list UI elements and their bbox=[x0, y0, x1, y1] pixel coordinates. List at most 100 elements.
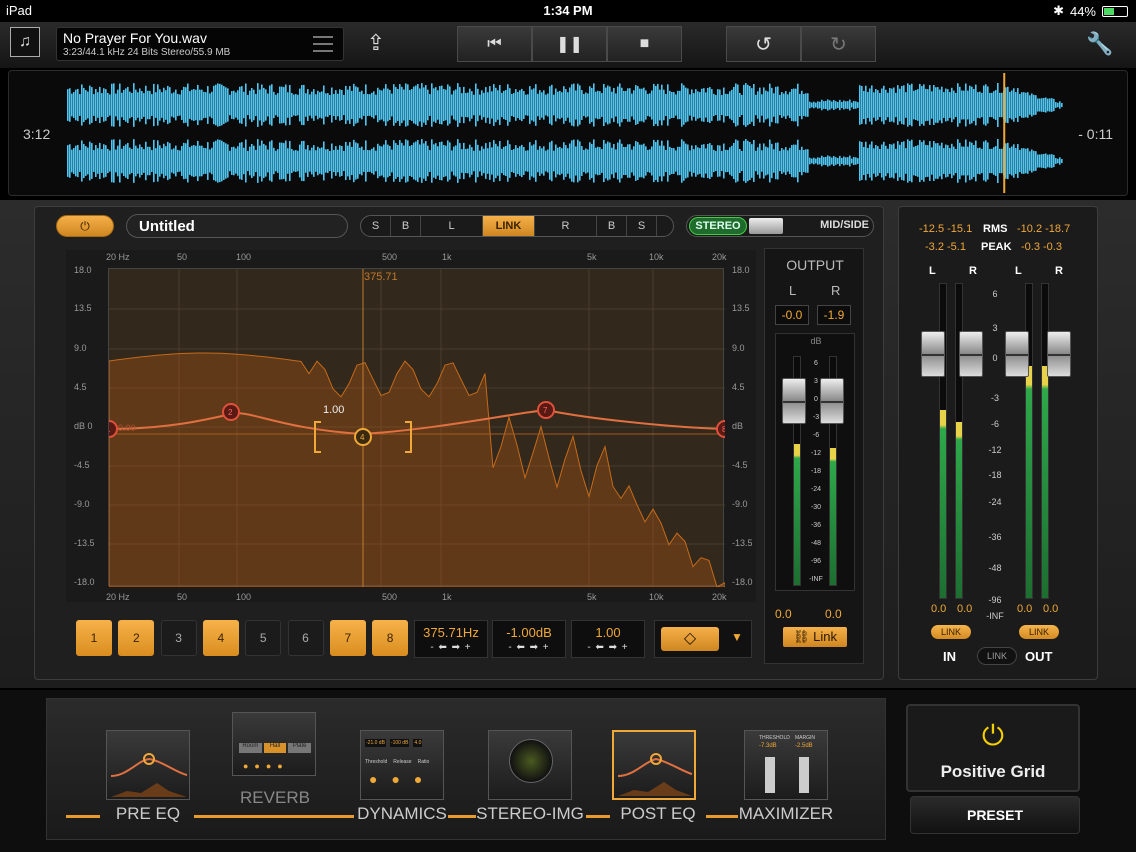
redo-button[interactable]: ↻ bbox=[801, 26, 876, 62]
stereo-img-module[interactable] bbox=[488, 730, 572, 800]
y-label-right: -18.0 bbox=[732, 577, 753, 587]
output-gain-fader-left[interactable] bbox=[1005, 331, 1029, 377]
playhead[interactable] bbox=[1003, 73, 1006, 193]
meter-scale-mark: -12 bbox=[988, 445, 1002, 455]
band-button-2[interactable]: 2 bbox=[118, 620, 155, 656]
output-link-button[interactable]: ⛓ Link bbox=[783, 627, 847, 647]
preset-name-field[interactable]: Untitled bbox=[126, 214, 348, 238]
in-link-button[interactable]: LINK bbox=[931, 625, 971, 639]
channel-btn-2[interactable]: L bbox=[421, 216, 483, 236]
output-left-value[interactable]: -0.0 bbox=[775, 305, 809, 325]
music-library-icon[interactable]: ♫ bbox=[10, 27, 40, 57]
output-title: OUTPUT bbox=[786, 257, 844, 273]
band-button-3[interactable]: 3 bbox=[160, 620, 197, 656]
post-eq-module[interactable] bbox=[612, 730, 696, 800]
stop-icon: ■ bbox=[639, 35, 650, 52]
reverb-module[interactable]: Room Hall Plate ●●●● bbox=[232, 712, 316, 776]
preset-name: Untitled bbox=[139, 218, 195, 235]
channel-btn-6[interactable]: S bbox=[627, 216, 657, 236]
preset-button[interactable]: PRESET bbox=[910, 796, 1080, 834]
undo-button[interactable]: ↺ bbox=[726, 26, 801, 62]
output-fader-left[interactable] bbox=[782, 378, 806, 424]
dynamics-knobs: ●●● bbox=[369, 771, 437, 787]
frequency-control[interactable]: 375.71Hz - ⬅ ➡ + bbox=[414, 620, 488, 658]
status-bar: iPad 1:34 PM ✱ 44% bbox=[0, 0, 1136, 22]
brand-power-button[interactable]: ⏻ Positive Grid bbox=[906, 704, 1080, 792]
maximizer-label[interactable]: MAXIMIZER bbox=[738, 804, 834, 824]
meter-scale-mark: -6 bbox=[990, 419, 999, 429]
x-label-top: 10k bbox=[649, 252, 664, 262]
x-label-bottom: 100 bbox=[236, 592, 252, 602]
stereo-mode[interactable]: STEREO bbox=[689, 217, 747, 235]
stop-button[interactable]: ■ bbox=[607, 26, 682, 62]
eq-plot-area[interactable]: 1 2 4 7 8 bbox=[100, 268, 734, 588]
waveform-overview[interactable]: 3:12 - 0:11 bbox=[8, 70, 1128, 196]
svg-text:4: 4 bbox=[360, 433, 365, 442]
gain-control[interactable]: -1.00dB - ⬅ ➡ + bbox=[492, 620, 566, 658]
pre-eq-module[interactable] bbox=[106, 730, 190, 800]
q-control[interactable]: 1.00 - ⬅ ➡ + bbox=[571, 620, 645, 658]
stereo-img-label[interactable]: STEREO-IMG bbox=[476, 804, 584, 824]
max-threshold-fader bbox=[765, 757, 775, 793]
dynamics-label[interactable]: DYNAMICS bbox=[356, 804, 448, 824]
settings-wrench-icon[interactable]: 🔧 bbox=[1084, 28, 1116, 60]
channel-btn-3[interactable]: LINK bbox=[483, 216, 535, 236]
pre-eq-label[interactable]: PRE EQ bbox=[104, 804, 192, 824]
power-button[interactable]: ⏻ bbox=[56, 215, 114, 237]
band-button-5[interactable]: 5 bbox=[245, 620, 282, 656]
selected-q: 1.00 bbox=[323, 404, 345, 416]
input-fader-right[interactable] bbox=[959, 331, 983, 377]
midside-mode[interactable]: MID/SIDE bbox=[820, 219, 869, 231]
filter-type-select[interactable]: ◇ ▼ bbox=[654, 620, 752, 658]
dyn-release-label: Release bbox=[393, 759, 412, 765]
output-gain-fader-right[interactable] bbox=[1047, 331, 1071, 377]
band-button-6[interactable]: 6 bbox=[287, 620, 324, 656]
channel-btn-1[interactable]: B bbox=[391, 216, 421, 236]
out-link-button[interactable]: LINK bbox=[1019, 625, 1059, 639]
band-button-7[interactable]: 7 bbox=[329, 620, 366, 656]
post-eq-label[interactable]: POST EQ bbox=[612, 804, 704, 824]
y-label-left: dB 0 bbox=[74, 421, 93, 431]
x-label-bottom: 50 bbox=[177, 592, 188, 602]
x-label-top: 5k bbox=[587, 252, 597, 262]
svg-text:2: 2 bbox=[228, 408, 233, 417]
reverb-room: Room bbox=[239, 743, 262, 753]
output-scale-mark: -12 bbox=[810, 450, 822, 457]
reverb-plate: Plate bbox=[288, 743, 312, 753]
max-margin-fader bbox=[799, 757, 809, 793]
share-icon[interactable]: ⇪ bbox=[360, 27, 392, 59]
channel-btn-4[interactable]: R bbox=[535, 216, 597, 236]
link-icon: ⛓ bbox=[793, 629, 810, 644]
menu-icon[interactable] bbox=[313, 36, 333, 52]
io-link-button[interactable]: LINK bbox=[977, 647, 1017, 665]
pause-icon: ❚❚ bbox=[556, 36, 583, 53]
output-fader-right[interactable] bbox=[820, 378, 844, 424]
stereo-midside-toggle[interactable]: STEREO MID/SIDE bbox=[686, 215, 874, 237]
skip-back-button[interactable]: ⏮ bbox=[457, 26, 532, 62]
band-button-4[interactable]: 4 bbox=[202, 620, 239, 656]
gain-arrows[interactable]: - ⬅ ➡ + bbox=[493, 642, 565, 653]
pause-button[interactable]: ❚❚ bbox=[532, 26, 607, 62]
bluetooth-icon: ✱ bbox=[1053, 3, 1064, 18]
band-button-1[interactable]: 1 bbox=[76, 620, 112, 656]
reverb-label[interactable]: REVERB bbox=[230, 788, 320, 808]
q-arrows[interactable]: - ⬅ ➡ + bbox=[572, 642, 644, 653]
reverb-hall: Hall bbox=[263, 743, 287, 753]
dynamics-module[interactable]: -21.0 dB -100 dB 4.0 Threshold Release R… bbox=[360, 730, 444, 800]
y-label-left: 9.0 bbox=[74, 343, 87, 353]
frequency-arrows[interactable]: - ⬅ ➡ + bbox=[415, 642, 487, 653]
out-right-value: 0.0 bbox=[1043, 603, 1059, 615]
mode-switch-handle[interactable] bbox=[749, 218, 783, 234]
file-info[interactable]: No Prayer For You.wav 3:23/44.1 kHz 24 B… bbox=[56, 27, 344, 61]
input-fader-left[interactable] bbox=[921, 331, 945, 377]
x-label-top: 20k bbox=[712, 252, 727, 262]
output-meter-panel: dB 6 3 0 -3 -6 -12 -18 -24 -30 -36 -48 -96 -INF bbox=[775, 333, 855, 591]
io-meter-panel: -12.5 -15.1 RMS -10.2 -18.7 -3.2 -5.1 PE… bbox=[898, 206, 1098, 680]
output-right-value[interactable]: -1.9 bbox=[817, 305, 851, 325]
y-label-left: -13.5 bbox=[74, 538, 95, 548]
maximizer-module[interactable]: THRESHOLD MARGIN -7.3dB -2.5dB bbox=[744, 730, 828, 800]
channel-btn-0[interactable]: S bbox=[361, 216, 391, 236]
x-label-bottom: 500 bbox=[382, 592, 398, 602]
band-button-8[interactable]: 8 bbox=[372, 620, 409, 656]
channel-btn-5[interactable]: B bbox=[597, 216, 627, 236]
